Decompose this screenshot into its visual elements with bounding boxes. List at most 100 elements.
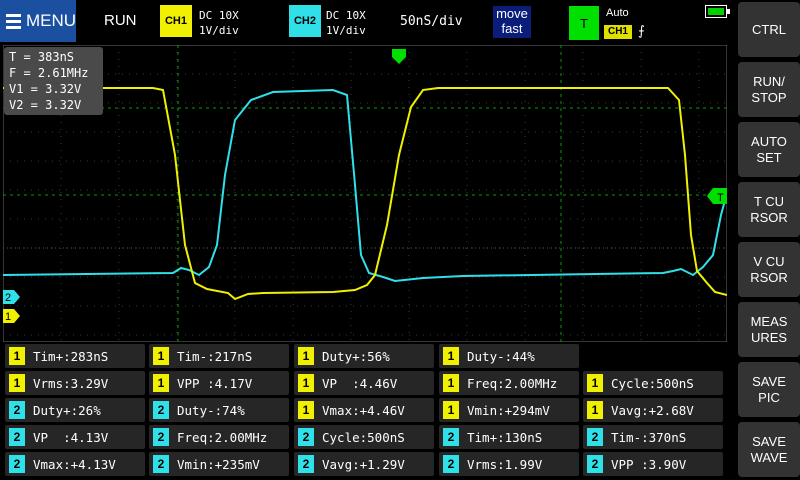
channel-badge: 2 [9,401,25,419]
measurement-cell[interactable]: 1 Vavg:+2.68V [583,398,723,422]
channel-badge: 1 [443,374,459,392]
measurement-cell[interactable]: 2 VP :4.13V [5,425,145,449]
ch2-button[interactable]: CH2 [289,5,321,37]
measurement-value: Cycle:500nS [322,429,405,445]
ch1-settings: DC 10X 1V/div [199,8,239,38]
measurement-cell[interactable]: 1 Tim-:217nS [149,344,289,368]
channel-badge: 2 [298,428,314,446]
measurement-value: Duty-:44% [467,348,535,364]
trigger-button[interactable]: T [569,6,599,40]
channel-badge: 2 [9,455,25,473]
channel-badge: 2 [153,455,169,473]
auto-set-button[interactable]: AUTO SET [738,122,800,177]
channel-badge: 1 [298,347,314,365]
channel-badge: 1 [9,347,25,365]
measurement-cell[interactable]: 1 VPP :4.17V [149,371,289,395]
menu-button[interactable]: MENU [0,0,76,42]
channel-badge: 2 [443,428,459,446]
trigger-mode: Auto [606,7,629,19]
measurement-value: VPP :3.90V [611,456,687,472]
measurement-value: Vmin:+294mV [467,402,550,418]
ch2-marker-label: 2 [5,292,11,304]
measurement-value: Vrms:1.99V [467,456,543,472]
measurement-cell[interactable]: 1 Vmin:+294mV [439,398,579,422]
measurement-cell[interactable]: 1 Duty+:56% [294,344,434,368]
ch2-scale: 1V/div [326,24,366,37]
measurement-value: Vavg:+2.68V [611,402,694,418]
ch2-coupling: DC 10X [326,9,366,22]
measurement-value: Vmax:+4.13V [33,456,116,472]
move-speed-button[interactable]: move fast [493,6,531,38]
channel-badge: 1 [298,401,314,419]
channel-badge: 1 [153,347,169,365]
measurement-cell[interactable]: 2 Vrms:1.99V [439,452,579,476]
readout-frequency: F = 2.61MHz [9,66,89,80]
ctrl-button[interactable]: CTRL [738,2,800,57]
measurement-cell[interactable]: 2 Freq:2.00MHz [149,425,289,449]
measurement-cell[interactable]: 2 Duty-:74% [149,398,289,422]
channel-badge: 2 [587,428,603,446]
measurement-value: Tim-:217nS [177,348,253,364]
measurement-cell[interactable]: 2 Tim+:130nS [439,425,579,449]
ch1-button[interactable]: CH1 [160,5,192,37]
measurement-value: VP :4.46V [322,375,398,391]
readout-v2: V2 = 3.32V [9,98,82,112]
measurement-cell[interactable]: 1 Cycle:500nS [583,371,723,395]
channel-badge: 1 [587,374,603,392]
measurement-cell[interactable]: 1 Freq:2.00MHz [439,371,579,395]
readout-v1: V1 = 3.32V [9,82,82,96]
measures-button[interactable]: MEAS URES [738,302,800,357]
channel-badge: 2 [587,455,603,473]
measurement-cell[interactable]: 1 VP :4.46V [294,371,434,395]
save-picture-button[interactable]: SAVE PIC [738,362,800,417]
ch1-marker-label: 1 [5,311,11,323]
measurement-value: Tim+:130nS [467,429,543,445]
measurement-cell[interactable]: 2 Vavg:+1.29V [294,452,434,476]
measurement-cell[interactable]: 2 Cycle:500nS [294,425,434,449]
timebase[interactable]: 50nS/div [400,14,463,29]
run-state: RUN [104,12,137,29]
waveform-display[interactable]: T 2 1 [3,45,727,342]
measurement-value: Vmin:+235mV [177,456,260,472]
channel-badge: 1 [443,401,459,419]
measurement-cell[interactable]: 1 Vrms:3.29V [5,371,145,395]
measurement-value: Freq:2.00MHz [467,375,558,391]
channel-badge: 2 [443,455,459,473]
measurement-value: Vmax:+4.46V [322,402,405,418]
move-speed: fast [501,21,523,36]
measurement-cell[interactable]: 1 Duty-:44% [439,344,579,368]
save-wave-button[interactable]: SAVE WAVE [738,422,800,477]
measurement-value: Tim+:283nS [33,348,109,364]
measurement-value: Vavg:+1.29V [322,456,405,472]
measurement-value: VP :4.13V [33,429,109,445]
measurement-cell[interactable]: 2 VPP :3.90V [583,452,723,476]
measurement-cell[interactable]: 2 Duty+:26% [5,398,145,422]
measurement-cell[interactable]: 2 Vmax:+4.13V [5,452,145,476]
measurement-cell[interactable]: 1 Vmax:+4.46V [294,398,434,422]
channel-badge: 1 [587,401,603,419]
channel-badge: 1 [9,374,25,392]
time-cursor-button[interactable]: T CU RSOR [738,182,800,237]
channel-badge: 2 [298,455,314,473]
channel-badge: 2 [9,428,25,446]
ch1-coupling: DC 10X [199,9,239,22]
readout-time: T = 383nS [9,50,75,64]
ch2-settings: DC 10X 1V/div [326,8,366,38]
rising-edge-icon: ⨍ [638,24,645,39]
measurement-value: Duty+:56% [322,348,390,364]
channel-badge: 2 [153,428,169,446]
channel-badge: 1 [153,374,169,392]
cursor-readout: T = 383nS F = 2.61MHz V1 = 3.32V V2 = 3.… [4,47,103,115]
battery-icon [705,5,730,18]
trigger-marker-label: T [717,192,724,204]
measurement-cell[interactable]: 2 Tim-:370nS [583,425,723,449]
run-stop-button[interactable]: RUN/ STOP [738,62,800,117]
voltage-cursor-button[interactable]: V CU RSOR [738,242,800,297]
measurement-cell[interactable]: 2 Vmin:+235mV [149,452,289,476]
measurement-cell[interactable]: 1 Tim+:283nS [5,344,145,368]
channel-badge: 1 [298,374,314,392]
move-label: move [496,6,528,21]
channel-badge: 2 [153,401,169,419]
measurement-value: Cycle:500nS [611,375,694,391]
measurement-value: VPP :4.17V [177,375,253,391]
